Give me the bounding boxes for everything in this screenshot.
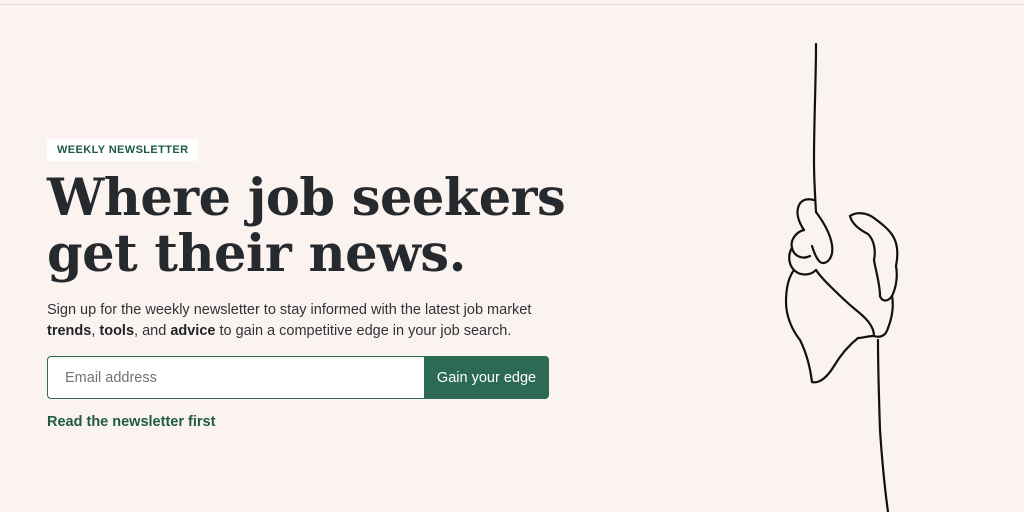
description-outro: to gain a competitive edge in your job s… bbox=[215, 323, 512, 339]
headline-line-1: Where job seekers bbox=[47, 168, 566, 228]
signup-form: Gain your edge bbox=[47, 356, 549, 399]
newsletter-landing-page: WEEKLY NEWSLETTER Where job seekers get … bbox=[0, 0, 1024, 512]
helping-hands-icon bbox=[784, 42, 899, 512]
gain-your-edge-button[interactable]: Gain your edge bbox=[424, 356, 549, 399]
description-sep-2: , and bbox=[134, 323, 171, 339]
weekly-newsletter-badge: WEEKLY NEWSLETTER bbox=[47, 139, 199, 161]
headline-line-2: get their news. bbox=[47, 224, 466, 284]
page-headline: Where job seekers get their news. bbox=[47, 170, 567, 282]
hero-section: WEEKLY NEWSLETTER Where job seekers get … bbox=[47, 139, 567, 431]
newsletter-description: Sign up for the weekly newsletter to sta… bbox=[47, 300, 547, 342]
read-newsletter-first-link[interactable]: Read the newsletter first bbox=[47, 414, 215, 430]
description-intro: Sign up for the weekly newsletter to sta… bbox=[47, 302, 532, 318]
description-tools: tools bbox=[99, 323, 135, 339]
top-divider bbox=[0, 4, 1024, 5]
description-trends: trends bbox=[47, 323, 92, 339]
email-input[interactable] bbox=[47, 356, 424, 399]
description-advice: advice bbox=[170, 323, 216, 339]
